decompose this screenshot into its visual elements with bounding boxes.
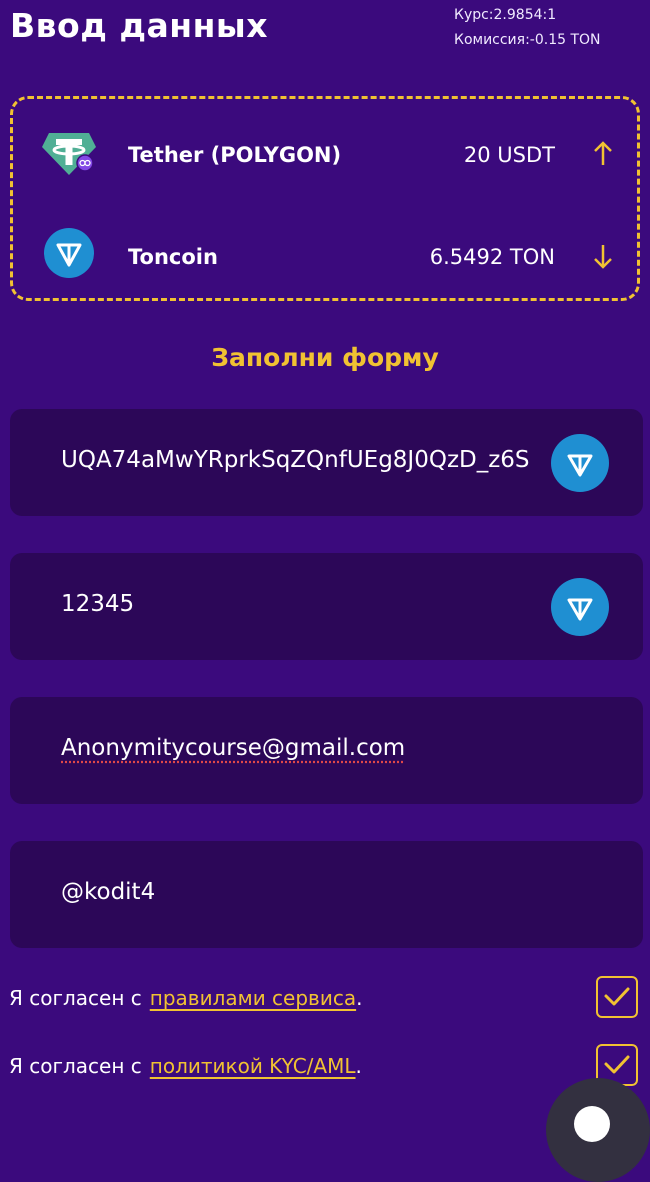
wallet-address-field[interactable]: UQA74aMwYRprkSqZQnfUEg8J0QzD_z6S bbox=[10, 409, 643, 516]
rate-label: Курс:2.9854:1 bbox=[454, 3, 634, 28]
rules-link[interactable]: правилами сервиса bbox=[150, 986, 356, 1010]
to-amount: 6.5492 TON bbox=[430, 245, 555, 269]
floating-chat-button[interactable] bbox=[546, 1078, 650, 1182]
ton-memo-button[interactable] bbox=[550, 577, 610, 637]
agree-rules-checkbox[interactable] bbox=[596, 976, 638, 1018]
kyc-aml-link[interactable]: политикой KYC/AML bbox=[150, 1054, 356, 1078]
form-title: Заполни форму bbox=[0, 343, 650, 372]
checkmark-icon bbox=[598, 978, 636, 1016]
agree-kyc-text: Я согласен с политикой KYC/AML. bbox=[9, 1054, 362, 1078]
ton-wallet-button[interactable] bbox=[550, 433, 610, 493]
chat-bubble-icon bbox=[574, 1106, 610, 1142]
memo-field[interactable]: 12345 bbox=[10, 553, 643, 660]
tether-polygon-icon bbox=[41, 123, 97, 179]
from-amount: 20 USDT bbox=[464, 143, 555, 167]
pair-to-row[interactable]: Toncoin 6.5492 TON bbox=[13, 211, 637, 291]
exchange-pair-box: Tether (POLYGON) 20 USDT Toncoin 6.5492 … bbox=[10, 96, 640, 301]
telegram-value: @kodit4 bbox=[61, 879, 155, 905]
agree-prefix: Я согласен с bbox=[9, 1054, 142, 1078]
agree-prefix: Я согласен с bbox=[9, 986, 142, 1010]
memo-value: 12345 bbox=[61, 591, 134, 617]
to-coin-name: Toncoin bbox=[128, 245, 218, 269]
rate-info: Курс:2.9854:1 Комиссия:-0.15 TON bbox=[454, 3, 634, 53]
telegram-field[interactable]: @kodit4 bbox=[10, 841, 643, 948]
email-value: Anonymitycourse@gmail.com bbox=[61, 735, 405, 761]
pair-from-row[interactable]: Tether (POLYGON) 20 USDT bbox=[13, 109, 637, 189]
wallet-address-value: UQA74aMwYRprkSqZQnfUEg8J0QzD_z6S bbox=[61, 447, 530, 473]
arrow-down-icon bbox=[591, 241, 615, 273]
agree-suffix: . bbox=[356, 986, 362, 1010]
agree-rules-text: Я согласен с правилами сервиса. bbox=[9, 986, 362, 1010]
page-title: Ввод данных bbox=[10, 6, 268, 45]
arrow-up-icon bbox=[591, 139, 615, 171]
from-coin-name: Tether (POLYGON) bbox=[128, 143, 341, 167]
agree-suffix: . bbox=[356, 1054, 362, 1078]
commission-label: Комиссия:-0.15 TON bbox=[454, 28, 634, 53]
toncoin-icon bbox=[41, 225, 97, 281]
email-field[interactable]: Anonymitycourse@gmail.com bbox=[10, 697, 643, 804]
